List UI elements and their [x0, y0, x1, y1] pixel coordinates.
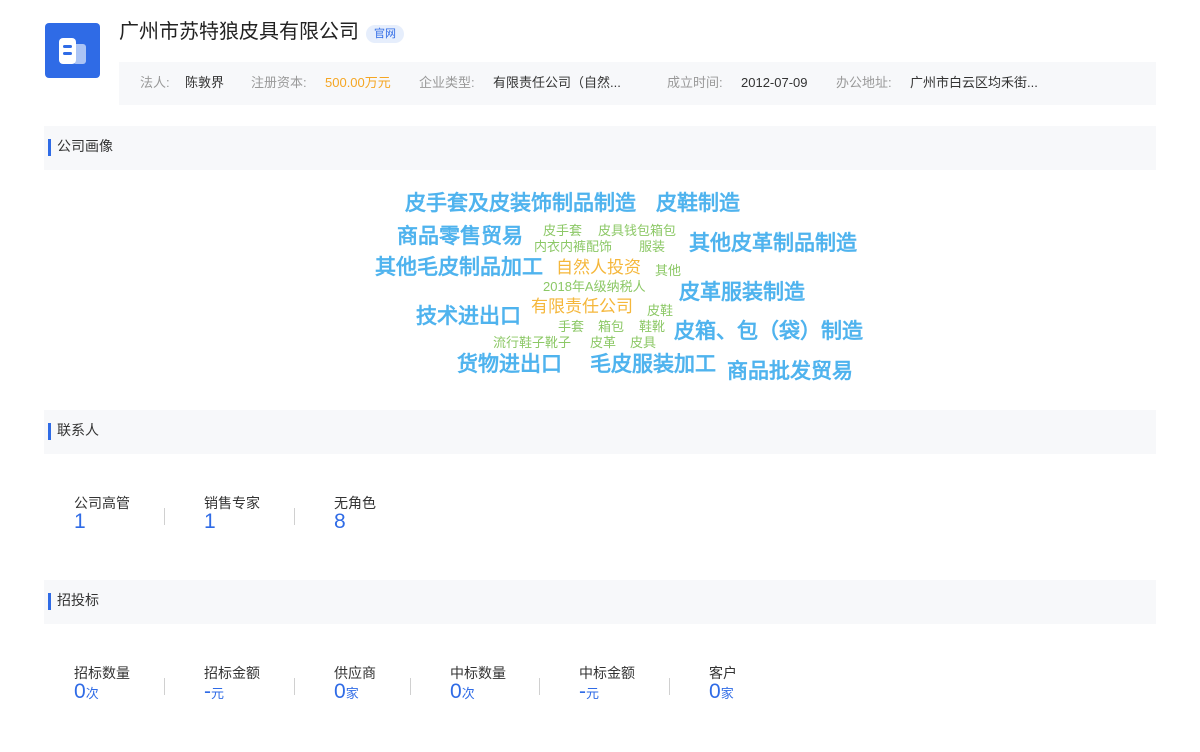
company-type-value: 有限责任公司（自然... [493, 75, 621, 90]
stat-divider [294, 508, 295, 525]
tag-item: 皮鞋制造 [656, 192, 740, 215]
legal-rep-label: 法人: [140, 75, 170, 90]
section-accent-bar [48, 593, 51, 610]
stat-divider [164, 678, 165, 695]
tag-item: 2018年A级纳税人 [543, 279, 646, 294]
stat-value: 1 [74, 510, 86, 533]
stat-value: 1 [204, 510, 216, 533]
tag-item: 商品零售贸易 [397, 225, 523, 248]
stat-unit: 次 [461, 686, 475, 701]
tag-item: 有限责任公司 [531, 297, 633, 316]
tag-item: 手套 [558, 319, 585, 334]
address-value: 广州市白云区均禾街... [910, 75, 1038, 90]
stat-divider [410, 678, 411, 695]
capital-value: 500.00万元 [325, 75, 391, 90]
founded-value: 2012-07-09 [741, 75, 808, 90]
stat-unit: 元 [586, 686, 600, 701]
portrait-section-header: 公司画像 [44, 126, 1156, 170]
tag-item: 皮革服装制造 [679, 281, 805, 304]
tag-item: 皮手套及皮装饰制品制造 [405, 192, 636, 215]
stat-value: 0次 [450, 680, 475, 703]
stat-value: 0家 [334, 680, 359, 703]
tag-item: 皮鞋 [647, 303, 674, 318]
founded-label: 成立时间: [667, 75, 723, 90]
stat-value: 0家 [709, 680, 734, 703]
tag-item: 皮具 [630, 335, 657, 350]
tag-item: 商品批发贸易 [727, 360, 853, 383]
bidding-section-header: 招投标 [44, 580, 1156, 624]
tag-item: 鞋靴 [639, 319, 666, 334]
stat-unit: 家 [345, 686, 359, 701]
official-site-badge[interactable]: 官网 [366, 25, 404, 43]
company-type-label: 企业类型: [419, 75, 475, 90]
tag-item: 自然人投资 [556, 258, 641, 277]
portrait-section-title: 公司画像 [57, 138, 113, 154]
stat-unit: 家 [720, 686, 734, 701]
bidding-section-title: 招投标 [57, 592, 99, 608]
section-accent-bar [48, 139, 51, 156]
address-label: 办公地址: [836, 75, 892, 90]
stat-value: -元 [579, 680, 600, 703]
legal-rep-value[interactable]: 陈敦界 [185, 62, 224, 103]
tag-item: 流行鞋子靴子 [493, 335, 572, 350]
building-icon [59, 38, 86, 64]
stat-value: 0次 [74, 680, 99, 703]
tag-item: 皮手套 [543, 223, 583, 238]
contacts-section-title: 联系人 [57, 422, 99, 438]
tag-item: 皮革 [590, 335, 617, 350]
capital-label: 注册资本: [251, 75, 307, 90]
stat-value: 8 [334, 510, 346, 533]
contacts-section-header: 联系人 [44, 410, 1156, 454]
company-logo [45, 23, 100, 78]
tag-item: 技术进出口 [416, 305, 521, 328]
stat-divider [669, 678, 670, 695]
tag-item: 其他毛皮制品加工 [375, 256, 543, 279]
company-name: 广州市苏特狼皮具有限公司 [119, 21, 359, 43]
stat-divider [539, 678, 540, 695]
tag-item: 货物进出口 [457, 353, 562, 376]
stat-divider [164, 508, 165, 525]
stat-divider [294, 678, 295, 695]
tag-item: 皮箱、包（袋）制造 [674, 320, 863, 343]
stat-unit: 次 [85, 686, 99, 701]
tag-item: 皮具钱包箱包 [598, 223, 677, 238]
stat-unit: 元 [211, 686, 225, 701]
tag-item: 其他 [655, 263, 682, 278]
tag-item: 服装 [639, 239, 666, 254]
tag-item: 毛皮服装加工 [590, 353, 716, 376]
tag-item: 箱包 [598, 319, 625, 334]
stat-value: -元 [204, 680, 225, 703]
tag-item: 内衣内裤配饰 [534, 239, 613, 254]
section-accent-bar [48, 423, 51, 440]
tag-item: 其他皮革制品制造 [689, 232, 857, 255]
company-info-bar: 法人: 陈敦界 注册资本: 500.00万元 企业类型: 有限责任公司（自然..… [119, 62, 1156, 105]
